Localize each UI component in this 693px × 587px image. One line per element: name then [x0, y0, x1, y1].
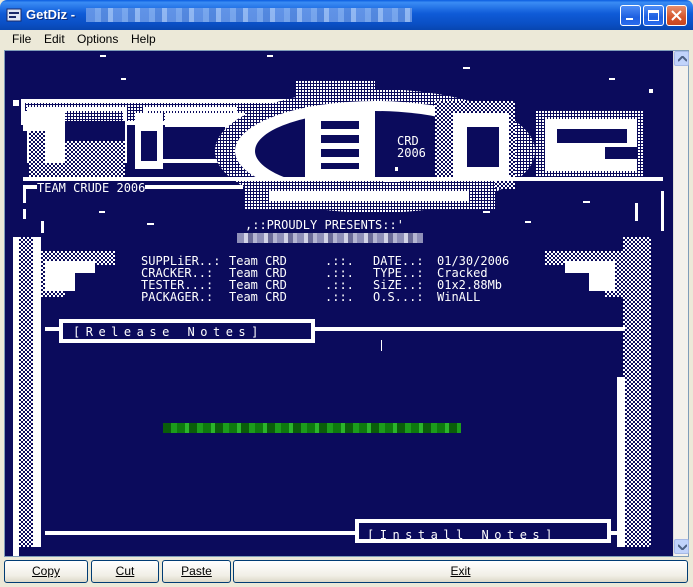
menu-bar: File Edit Options Help	[4, 30, 689, 50]
release-notes-header: [Release Notes]	[73, 325, 264, 339]
menu-options[interactable]: Options	[77, 32, 118, 46]
button-bar: Copy Cut Paste Exit	[0, 558, 693, 587]
logo-badge-line2: 2006	[397, 146, 426, 160]
info-left-label: PACKAGER.:	[141, 290, 214, 304]
menu-help[interactable]: Help	[131, 32, 156, 46]
scroll-down-button[interactable]	[674, 539, 689, 554]
scroll-down-icon	[678, 544, 687, 550]
getdiz-app-icon	[6, 8, 22, 22]
vertical-scrollbar[interactable]	[673, 51, 689, 556]
close-icon	[671, 10, 682, 21]
exit-button[interactable]: Exit	[233, 560, 688, 583]
release-notes-obscured	[163, 423, 461, 433]
title-bar[interactable]: GetDiz -	[0, 0, 693, 30]
info-separator: .::.	[325, 290, 354, 304]
copy-button[interactable]: Copy	[4, 560, 88, 583]
info-right-value: WinALL	[437, 290, 481, 304]
window-title-obscured	[86, 8, 412, 22]
team-line: TEAM CRUDE 2006	[37, 181, 146, 195]
cut-button-label: Cut	[115, 564, 135, 578]
paste-button-label: Paste	[181, 564, 212, 578]
paste-button[interactable]: Paste	[162, 560, 231, 583]
menu-edit[interactable]: Edit	[44, 32, 65, 46]
minimize-icon	[626, 18, 633, 20]
minimize-button[interactable]	[620, 5, 641, 26]
menu-file[interactable]: File	[12, 32, 31, 46]
scroll-up-button[interactable]	[674, 51, 689, 66]
text-cursor	[381, 340, 382, 351]
presents-line: ,::PROUDLY PRESENTS::'	[245, 218, 404, 232]
exit-button-label: Exit	[450, 564, 471, 578]
window-title: GetDiz -	[26, 7, 76, 22]
install-notes-header: [Install Notes]	[367, 528, 558, 542]
nfo-viewer: CRD 2006 TEAM CRUDE 2006 ,::PROUDLY PRES…	[4, 50, 689, 557]
maximize-icon	[648, 10, 659, 21]
cut-button[interactable]: Cut	[91, 560, 159, 583]
maximize-button[interactable]	[643, 5, 664, 26]
copy-button-label: Copy	[31, 564, 60, 578]
release-name-obscured	[237, 233, 423, 243]
nfo-text-area[interactable]: CRD 2006 TEAM CRUDE 2006 ,::PROUDLY PRES…	[5, 51, 673, 556]
close-button[interactable]	[666, 5, 687, 26]
scroll-up-icon	[678, 56, 687, 62]
info-left-value: Team CRD	[229, 290, 287, 304]
info-right-label: O.S...:	[373, 290, 424, 304]
